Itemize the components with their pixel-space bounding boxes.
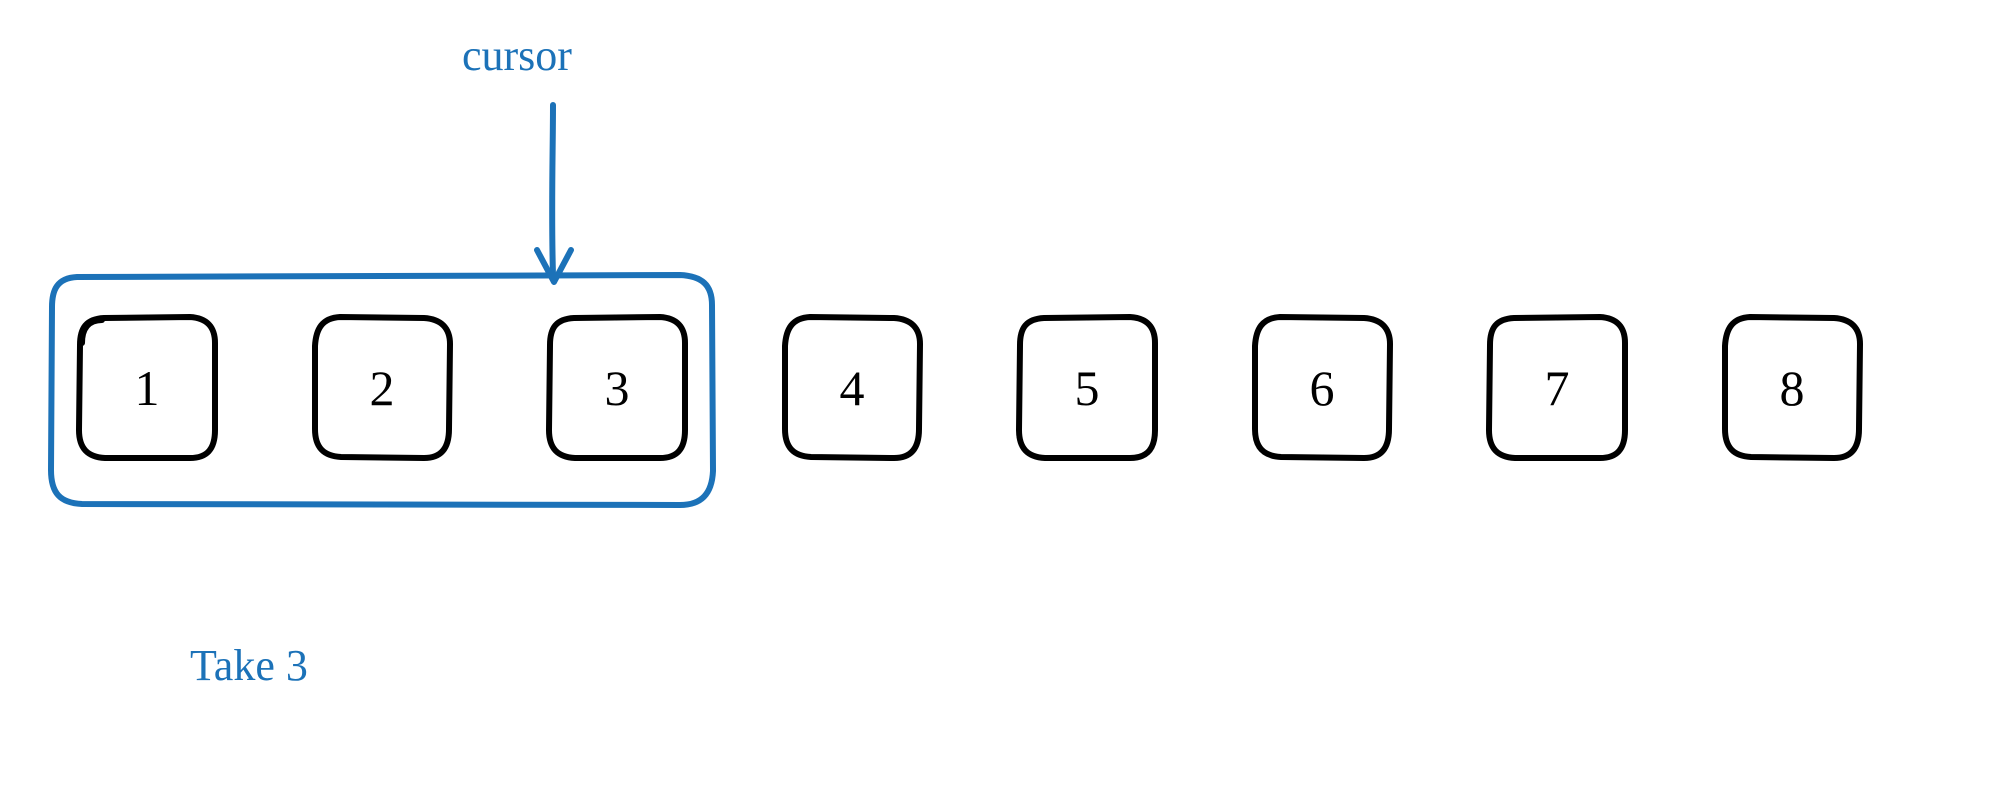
diagram-container: cursor 1 2 3 — [0, 0, 2004, 798]
cursor-label: cursor — [462, 30, 572, 81]
take-label: Take 3 — [190, 640, 308, 691]
box-row: 1 2 3 4 5 — [72, 310, 1867, 465]
box-1: 1 — [72, 310, 222, 465]
box-6: 6 — [1247, 310, 1397, 465]
box-number-2: 2 — [370, 359, 395, 417]
box-7: 7 — [1482, 310, 1632, 465]
box-number-6: 6 — [1310, 359, 1335, 417]
box-2: 2 — [307, 310, 457, 465]
box-4: 4 — [777, 310, 927, 465]
box-number-5: 5 — [1075, 359, 1100, 417]
box-number-1: 1 — [135, 359, 160, 417]
box-number-8: 8 — [1780, 359, 1805, 417]
box-8: 8 — [1717, 310, 1867, 465]
box-number-4: 4 — [840, 359, 865, 417]
box-number-3: 3 — [605, 359, 630, 417]
box-3: 3 — [542, 310, 692, 465]
box-number-7: 7 — [1545, 359, 1570, 417]
box-5: 5 — [1012, 310, 1162, 465]
cursor-arrow-icon — [529, 100, 579, 290]
